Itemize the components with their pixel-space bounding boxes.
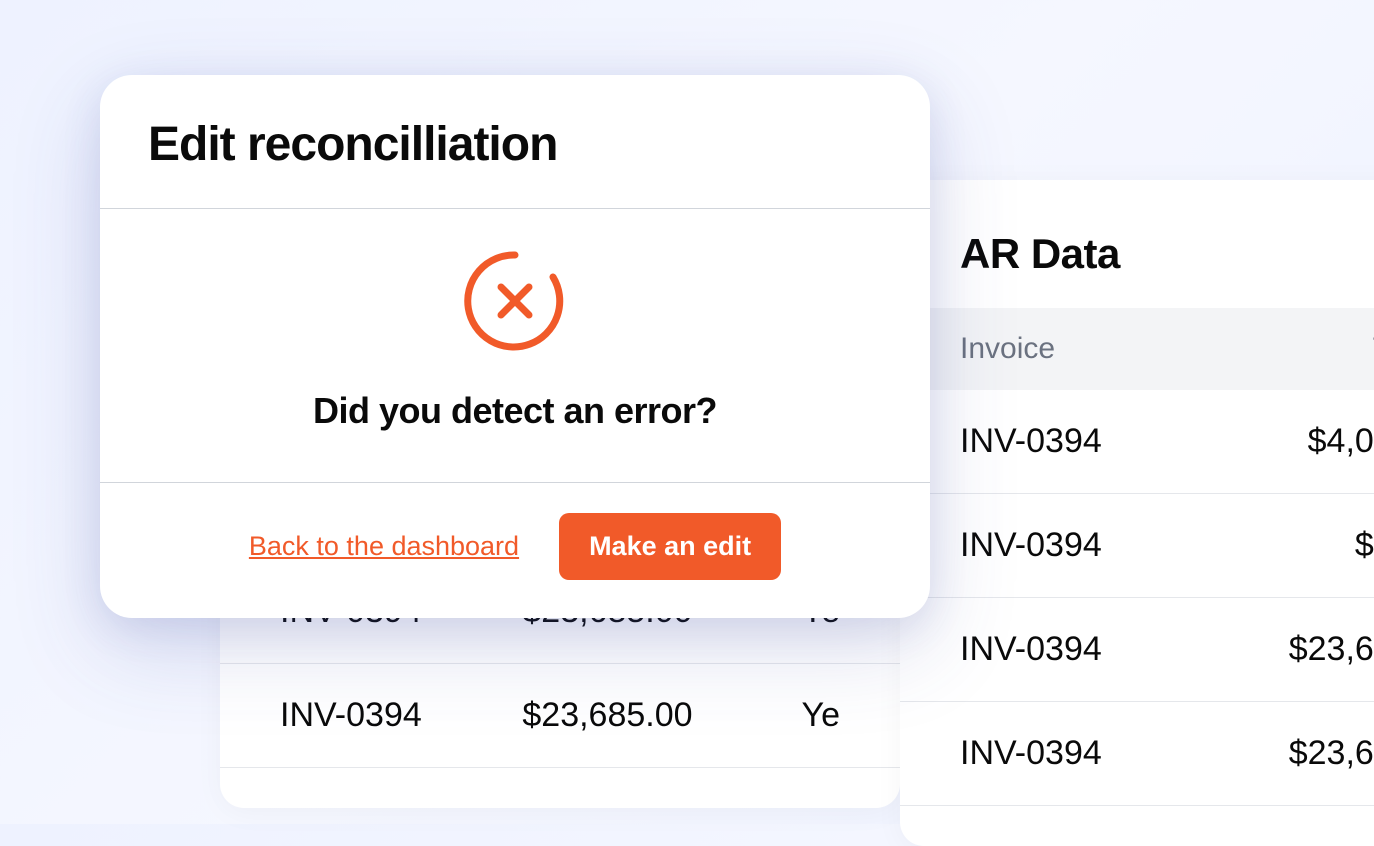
cell-invoice: INV-0394 <box>960 422 1200 461</box>
col-invoice: Invoice <box>960 332 1160 366</box>
table-row: INV-0394 $23,685.0 <box>900 702 1374 806</box>
panel-title: AR Data <box>900 180 1374 308</box>
modal-footer: Back to the dashboard Make an edit <box>100 483 930 618</box>
modal-title: Edit reconcilliation <box>148 117 882 172</box>
cell-amount: $23,685.00 <box>522 696 761 735</box>
cell-amount: $23,685.0 <box>1240 734 1374 773</box>
modal-body: Did you detect an error? <box>100 209 930 483</box>
table-row: INV-0394 $4,043.9 <box>900 390 1374 494</box>
table-row: INV-0394 $512. <box>900 494 1374 598</box>
cell-invoice: INV-0394 <box>960 526 1200 565</box>
cell-invoice: INV-0394 <box>960 630 1200 669</box>
modal-question: Did you detect an error? <box>313 390 717 432</box>
cell-invoice: INV-0394 <box>280 696 482 735</box>
right-panel: AR Data Invoice Trigg INV-0394 $4,043.9 … <box>900 180 1374 846</box>
table-row: INV-0394 $23,685.00 Ye <box>220 664 900 768</box>
table-header: Invoice Trigg <box>900 308 1374 390</box>
cell-amount: $4,043.9 <box>1240 422 1374 461</box>
error-icon <box>461 247 569 360</box>
cell-amount: $23,685.0 <box>1240 630 1374 669</box>
cell-extra: Ye <box>802 696 840 735</box>
modal-header: Edit reconcilliation <box>100 75 930 209</box>
cell-invoice: INV-0394 <box>960 734 1200 773</box>
back-to-dashboard-link[interactable]: Back to the dashboard <box>249 531 519 562</box>
col-trigger: Trigg <box>1200 332 1374 366</box>
cell-amount: $512. <box>1240 526 1374 565</box>
table-row: INV-0394 $23,685.0 <box>900 598 1374 702</box>
edit-reconciliation-modal: Edit reconcilliation Did you detect an e… <box>100 75 930 618</box>
make-an-edit-button[interactable]: Make an edit <box>559 513 781 580</box>
